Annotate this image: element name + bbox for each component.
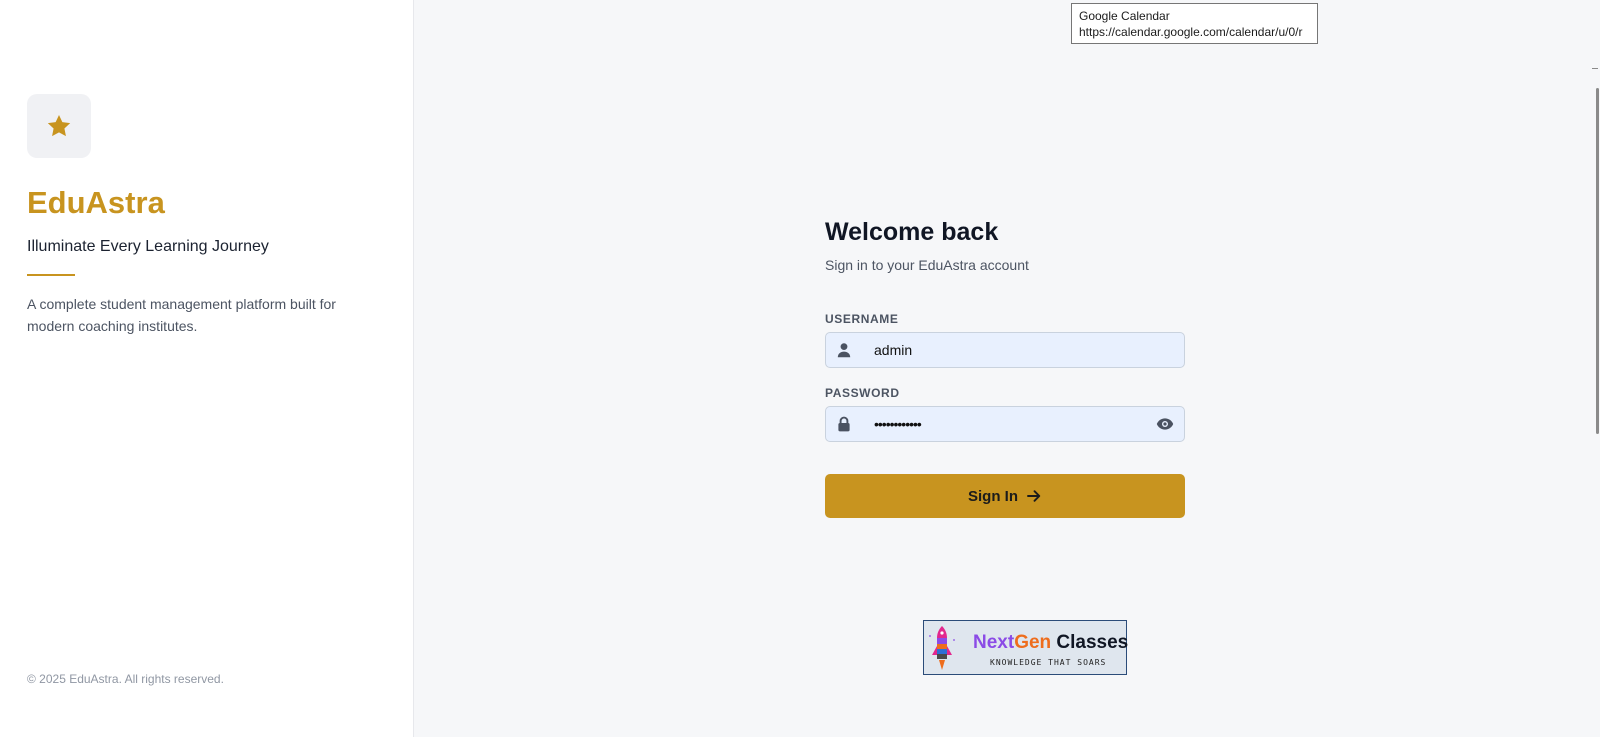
scrollbar[interactable] bbox=[1592, 68, 1600, 737]
link-tooltip: Google Calendar https://calendar.google.… bbox=[1071, 3, 1318, 44]
login-form: Welcome back Sign in to your EduAstra ac… bbox=[825, 215, 1185, 518]
sign-in-button[interactable]: Sign In bbox=[825, 474, 1185, 518]
copyright-text: © 2025 EduAstra. All rights reserved. bbox=[27, 672, 224, 686]
scrollbar-arrow[interactable] bbox=[1592, 68, 1598, 69]
page-subtitle: Sign in to your EduAstra account bbox=[825, 257, 1029, 273]
username-input[interactable] bbox=[874, 333, 1134, 367]
password-input[interactable] bbox=[874, 407, 1134, 441]
password-label: PASSWORD bbox=[825, 386, 900, 400]
brand-tagline: Illuminate Every Learning Journey bbox=[27, 238, 269, 255]
lock-icon bbox=[838, 416, 850, 432]
logo-tile bbox=[27, 94, 91, 158]
eye-icon[interactable] bbox=[1156, 417, 1174, 431]
tooltip-url: https://calendar.google.com/calendar/u/0… bbox=[1079, 25, 1303, 39]
banner-subtitle: KNOWLEDGE THAT SOARS bbox=[990, 658, 1107, 667]
rocket-icon bbox=[929, 626, 955, 670]
brand-panel: EduAstra Illuminate Every Learning Journ… bbox=[0, 0, 414, 737]
banner-title: NextGen Classes bbox=[973, 632, 1129, 653]
brand-description: A complete student management platform b… bbox=[27, 296, 336, 334]
page-title: Welcome back bbox=[825, 218, 999, 246]
star-icon bbox=[47, 114, 71, 137]
nextgen-banner: NextGen Classes KNOWLEDGE THAT SOARS bbox=[923, 620, 1129, 675]
tooltip-title: Google Calendar bbox=[1079, 9, 1170, 23]
username-field[interactable] bbox=[825, 332, 1185, 368]
arrow-right-icon bbox=[1027, 490, 1041, 502]
password-field[interactable] bbox=[825, 406, 1185, 442]
sign-in-label: Sign In bbox=[968, 487, 1018, 505]
scrollbar-thumb[interactable] bbox=[1596, 88, 1599, 434]
username-label: USERNAME bbox=[825, 312, 899, 326]
login-panel: Welcome back Sign in to your EduAstra ac… bbox=[414, 0, 1600, 737]
brand-name: EduAstra bbox=[27, 185, 165, 220]
brand-divider bbox=[27, 274, 75, 276]
user-icon bbox=[837, 343, 851, 358]
